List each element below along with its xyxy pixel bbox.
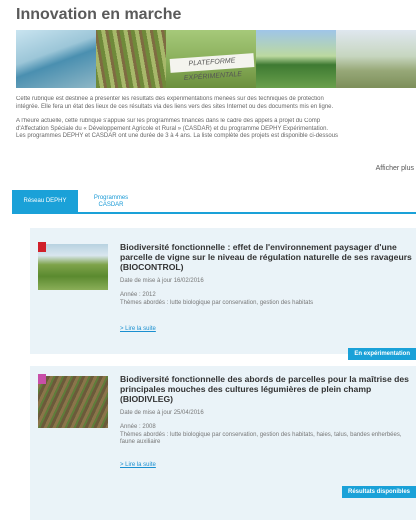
status-badge: En expérimentation: [348, 348, 416, 360]
header-banner: PLATEFORME EXPÉRIMENTALE: [16, 30, 416, 88]
intro-text: Cette rubrique est destinée à présenter …: [16, 96, 416, 148]
project-date: Date de mise à jour 16/02/2016: [120, 278, 204, 284]
project-themes: Thèmes abordés : lutte biologique par co…: [120, 300, 314, 306]
project-themes: Thèmes abordés : lutte biologique par co…: [120, 432, 402, 445]
project-year: Année : 2008: [120, 424, 156, 430]
project-title[interactable]: Biodiversité fonctionnelle : effet de l'…: [120, 242, 412, 272]
status-badge: Résultats disponibles: [341, 486, 416, 498]
project-list: Biodiversité fonctionnelle : effet de l'…: [30, 228, 416, 520]
banner-photo-1: [16, 30, 96, 88]
project-card: Biodiversité fonctionnelle : effet de l'…: [30, 228, 416, 360]
tabs-underline: [12, 212, 416, 214]
tab-programmes-casdar[interactable]: Programmes CASDAR: [78, 190, 144, 213]
banner-photo-3: PLATEFORME EXPÉRIMENTALE: [166, 30, 256, 88]
intro-line-4: d'Affectation Spéciale du « Développemen…: [16, 125, 329, 132]
project-card: Biodiversité fonctionnelle des abords de…: [30, 366, 416, 520]
show-more-link[interactable]: Afficher plus: [376, 165, 414, 172]
intro-line-5: Les programmes DEPHY et CASDAR ont une d…: [16, 133, 339, 139]
banner-photo-2: [96, 30, 166, 88]
project-date: Date de mise à jour 25/04/2016: [120, 410, 204, 416]
read-more-link[interactable]: > Lire la suite: [120, 326, 156, 332]
project-category-icon: [38, 374, 46, 384]
intro-line-3: A l'heure actuelle, cette rubrique s'app…: [16, 118, 321, 124]
banner-photo-4: [256, 30, 336, 88]
project-title[interactable]: Biodiversité fonctionnelle des abords de…: [120, 374, 412, 404]
intro-line-1: Cette rubrique est destinée à présenter …: [16, 96, 324, 102]
project-category-icon: [38, 242, 46, 252]
read-more-link[interactable]: > Lire la suite: [120, 462, 156, 468]
banner-photo-5: [336, 30, 416, 88]
intro-line-2: intégrée. Elle fera un état des lieux de…: [16, 103, 334, 110]
banner-sign: PLATEFORME EXPÉRIMENTALE: [169, 53, 255, 82]
project-thumbnail[interactable]: [38, 376, 108, 428]
program-tabs: Réseau DEPHY Programmes CASDAR: [12, 190, 144, 213]
project-year: Année : 2012: [120, 292, 156, 298]
page-title: Innovation en marche: [16, 6, 182, 23]
tab-reseau-dephy[interactable]: Réseau DEPHY: [12, 190, 78, 213]
project-thumbnail[interactable]: [38, 244, 108, 290]
